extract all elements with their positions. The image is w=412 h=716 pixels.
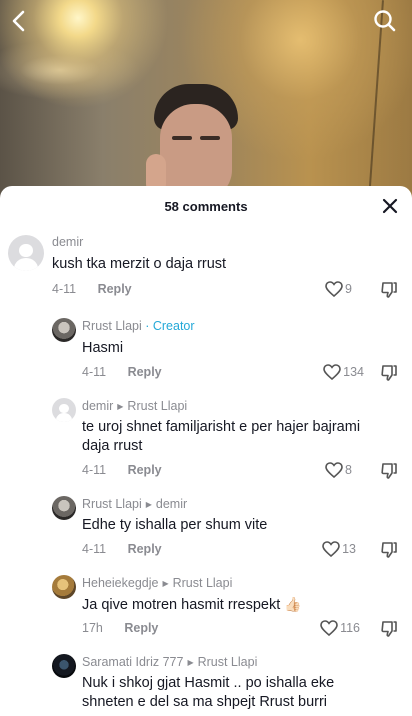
comment-username[interactable]: Heheiekegdje ▶ Rrust Llapi <box>82 576 232 590</box>
reply-to-label[interactable]: Rrust Llapi <box>173 576 233 590</box>
comment-text: Edhe ty ishalla per shum vite <box>82 517 268 533</box>
heart-icon <box>320 620 338 636</box>
search-button[interactable] <box>372 8 398 34</box>
back-button[interactable] <box>6 8 32 34</box>
reply-button[interactable]: Reply <box>128 463 162 477</box>
avatar[interactable] <box>52 575 76 599</box>
reply-arrow-icon: ▶ <box>145 500 152 509</box>
comments-header: 58 comments <box>0 186 412 226</box>
like-button[interactable]: 8 <box>325 462 352 478</box>
comments-sheet: 58 comments demir kush tka merzit o daja… <box>0 186 412 716</box>
reply-button[interactable]: Reply <box>128 542 162 556</box>
close-button[interactable] <box>380 196 400 216</box>
comment-count: 58 comments <box>164 199 248 214</box>
comment-date: 17h <box>82 621 103 635</box>
like-button[interactable]: 9 <box>325 281 352 297</box>
comment-username[interactable]: Rrust Llapi ▶ demir <box>82 497 187 511</box>
comment-text: kush tka merzit o daja rrust <box>52 256 227 272</box>
comment-text: Hasmi <box>82 340 124 356</box>
reply-arrow-icon: ▶ <box>187 658 194 667</box>
comment-text-line: te uroj shnet familjarisht e per hajer b… <box>82 419 361 435</box>
comment-meta: 4-11 Reply <box>82 542 162 556</box>
dislike-icon[interactable] <box>380 620 398 638</box>
chevron-left-icon <box>12 10 25 32</box>
thumbs-up-emoji: 👍🏻 <box>284 596 302 612</box>
comment-username[interactable]: Rrust Llapi · Creator <box>82 319 195 333</box>
username-label[interactable]: Rrust Llapi <box>82 319 142 333</box>
dislike-icon[interactable] <box>380 541 398 559</box>
close-icon <box>382 198 398 214</box>
comment-date: 4-11 <box>52 282 77 296</box>
dislike-icon[interactable] <box>380 281 398 299</box>
comment-text-line: daja rrust <box>82 438 143 454</box>
reply-to-label[interactable]: Rrust Llapi <box>198 655 258 669</box>
comment-text-line: shneten e del sa ma shpejt Rrust burri <box>82 694 328 710</box>
comment-username[interactable]: Saramati Idriz 777 ▶ Rrust Llapi <box>82 655 257 669</box>
comment-text-line: Nuk i shkoj gjat Hasmit .. po ishalla ek… <box>82 675 335 691</box>
dislike-icon[interactable] <box>380 462 398 480</box>
comment-text: te uroj shnet familjarisht e per hajer b… <box>82 418 402 456</box>
heart-icon <box>325 281 343 297</box>
heart-icon <box>323 364 341 380</box>
comment-username[interactable]: demir ▶ Rrust Llapi <box>82 399 187 413</box>
like-count: 9 <box>345 282 352 296</box>
like-button[interactable]: 116 <box>320 620 360 636</box>
video-player[interactable] <box>0 0 412 200</box>
creator-badge: · Creator <box>145 319 195 333</box>
reply-item: Rrust Llapi · Creator Hasmi 4-11 Reply 1… <box>0 314 412 384</box>
username-label[interactable]: Saramati Idriz 777 <box>82 655 183 669</box>
reply-item: Rrust Llapi ▶ demir Edhe ty ishalla per sh… <box>0 492 412 562</box>
like-count: 13 <box>342 542 356 556</box>
comment-username[interactable]: demir <box>52 235 83 249</box>
reply-to-label[interactable]: Rrust Llapi <box>127 399 187 413</box>
comment-date: 4-11 <box>82 542 107 556</box>
dislike-icon[interactable] <box>380 364 398 382</box>
comment-text: Nuk i shkoj gjat Hasmit .. po ishalla ek… <box>82 674 402 712</box>
comment-meta: 17h Reply <box>82 621 158 635</box>
search-icon <box>374 10 396 32</box>
reply-item: Heheiekegdje ▶ Rrust Llapi Ja qive motren … <box>0 571 412 641</box>
reply-item: Saramati Idriz 777 ▶ Rrust Llapi Nuk i shk… <box>0 650 412 716</box>
like-count: 116 <box>340 621 360 635</box>
reply-item: demir ▶ Rrust Llapi te uroj shnet familjar… <box>0 394 412 484</box>
username-label[interactable]: Rrust Llapi <box>82 497 142 511</box>
comment-meta: 4-11 Reply <box>82 365 162 379</box>
reply-arrow-icon: ▶ <box>117 402 124 411</box>
like-button[interactable]: 13 <box>322 541 356 557</box>
comment-date: 4-11 <box>82 463 107 477</box>
comment-meta: 4-11 Reply <box>82 463 162 477</box>
comment-text: Ja qive motren hasmit rrespekt 👍🏻 <box>82 595 302 615</box>
comment-item: demir kush tka merzit o daja rrust 4-11 … <box>0 231 412 301</box>
video-person <box>146 84 244 200</box>
heart-icon <box>325 462 343 478</box>
avatar[interactable] <box>52 496 76 520</box>
like-button[interactable]: 134 <box>323 364 364 380</box>
avatar[interactable] <box>52 398 76 422</box>
reply-arrow-icon: ▶ <box>162 579 169 588</box>
reply-button[interactable]: Reply <box>98 282 132 296</box>
reply-to-label[interactable]: demir <box>156 497 187 511</box>
like-count: 8 <box>345 463 352 477</box>
like-count: 134 <box>343 365 364 379</box>
avatar[interactable] <box>52 318 76 342</box>
comment-text-body: Ja qive motren hasmit rrespekt <box>82 597 281 613</box>
reply-button[interactable]: Reply <box>128 365 162 379</box>
comment-meta: 4-11 Reply <box>52 282 132 296</box>
username-label[interactable]: Heheiekegdje <box>82 576 158 590</box>
heart-icon <box>322 541 340 557</box>
reply-button[interactable]: Reply <box>124 621 158 635</box>
username-label[interactable]: demir <box>82 399 113 413</box>
comment-date: 4-11 <box>82 365 107 379</box>
avatar[interactable] <box>8 235 44 271</box>
avatar[interactable] <box>52 654 76 678</box>
